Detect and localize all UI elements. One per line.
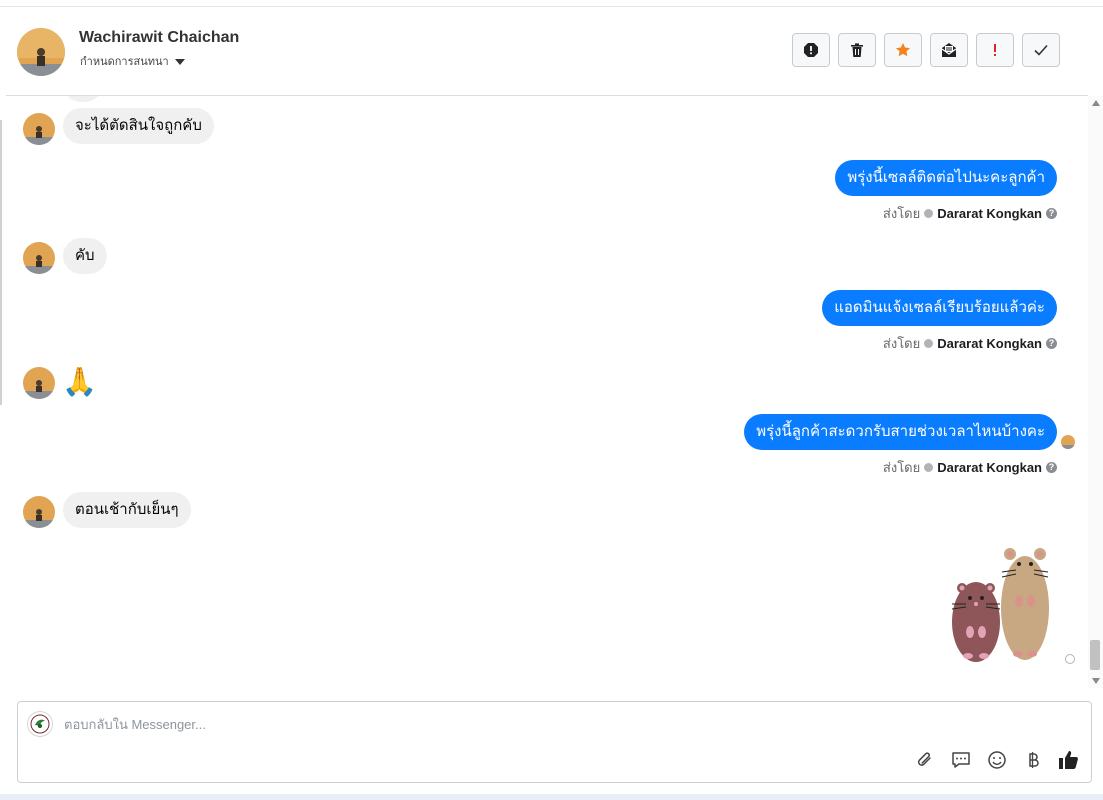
help-icon[interactable]: ? bbox=[1046, 338, 1057, 349]
saved-replies-button[interactable] bbox=[949, 748, 973, 772]
baht-icon bbox=[1029, 752, 1039, 768]
customer-avatar[interactable] bbox=[23, 496, 55, 528]
customer-avatar[interactable] bbox=[23, 242, 55, 274]
emoji-icon bbox=[988, 751, 1006, 769]
spam-button[interactable] bbox=[792, 33, 830, 67]
outgoing-message: พรุ่งนี้เซลล์ติดต่อไปนะคะลูกค้า bbox=[835, 160, 1057, 196]
sent-by-info: ส่งโดย Dararat Kongkan ? bbox=[883, 333, 1057, 354]
thumbs-up-icon bbox=[1059, 751, 1078, 769]
customer-avatar[interactable] bbox=[23, 367, 55, 399]
contact-name: Wachirawit Chaichan bbox=[79, 29, 240, 46]
help-icon[interactable]: ? bbox=[1046, 462, 1057, 473]
sent-by-label: ส่งโดย bbox=[882, 460, 921, 475]
scroll-down-arrow-icon[interactable] bbox=[1092, 678, 1100, 684]
attach-button[interactable] bbox=[913, 748, 937, 772]
sender-name: Dararat Kongkan bbox=[937, 206, 1042, 221]
incoming-message: จะได้ตัดสินใจถูกคับ bbox=[63, 108, 214, 144]
sender-name: Dararat Kongkan bbox=[937, 460, 1042, 475]
alert-circle-icon bbox=[804, 43, 818, 57]
left-panel-edge bbox=[0, 120, 2, 405]
exclamation-icon bbox=[994, 44, 996, 56]
like-button[interactable] bbox=[1057, 748, 1081, 772]
payment-button[interactable] bbox=[1021, 748, 1045, 772]
incoming-message: ตอนเช้ากับเย็นๆ bbox=[63, 492, 191, 528]
conversation-header: Wachirawit Chaichan กำหนดการสนทนา bbox=[6, 7, 1088, 96]
contact-avatar[interactable] bbox=[17, 28, 65, 76]
trash-icon bbox=[851, 43, 863, 57]
incoming-message: คับ bbox=[63, 238, 107, 274]
star-button[interactable] bbox=[884, 33, 922, 67]
conversation-options-label: กำหนดการสนทนา bbox=[80, 56, 169, 68]
sent-by-label: ส่งโดย bbox=[882, 206, 921, 221]
verified-icon bbox=[924, 339, 934, 348]
two-hamsters-sticker bbox=[942, 546, 1054, 664]
sender-name: Dararat Kongkan bbox=[937, 336, 1042, 351]
thread-scrollbar[interactable] bbox=[1088, 96, 1103, 688]
delivered-icon bbox=[1065, 654, 1075, 664]
header-actions bbox=[792, 33, 1060, 67]
customer-avatar[interactable] bbox=[23, 113, 55, 145]
delete-button[interactable] bbox=[838, 33, 876, 67]
bottom-strip bbox=[0, 794, 1103, 800]
reply-input[interactable] bbox=[64, 714, 864, 734]
partial-message-bubble bbox=[63, 96, 103, 102]
verified-icon bbox=[924, 209, 934, 218]
verified-icon bbox=[924, 463, 934, 472]
outgoing-message: พรุ่งนี้ลูกค้าสะดวกรับสายช่วงเวลาไหนบ้าง… bbox=[744, 414, 1057, 450]
page-logo bbox=[27, 711, 53, 737]
sent-by-label: ส่งโดย bbox=[882, 336, 921, 351]
mark-important-button[interactable] bbox=[976, 33, 1014, 67]
message-thread: จะได้ตัดสินใจถูกคับ พรุ่งนี้เซลล์ติดต่อไ… bbox=[6, 96, 1088, 688]
reply-composer bbox=[17, 701, 1092, 783]
outgoing-message: แอดมินแจ้งเซลล์เรียบร้อยแล้วค่ะ bbox=[822, 290, 1057, 326]
seen-indicator-avatar bbox=[1061, 435, 1075, 449]
scroll-up-arrow-icon[interactable] bbox=[1092, 100, 1100, 106]
conversation-options-dropdown[interactable]: กำหนดการสนทนา bbox=[80, 52, 185, 70]
mail-open-icon bbox=[941, 43, 957, 57]
check-icon bbox=[1034, 44, 1048, 56]
sent-by-info: ส่งโดย Dararat Kongkan ? bbox=[883, 457, 1057, 478]
star-icon bbox=[896, 43, 910, 57]
mark-done-button[interactable] bbox=[1022, 33, 1060, 67]
caret-down-icon bbox=[174, 58, 185, 65]
paperclip-icon bbox=[917, 752, 931, 766]
emoji-button[interactable] bbox=[985, 748, 1009, 772]
mark-unread-button[interactable] bbox=[930, 33, 968, 67]
saved-replies-icon bbox=[952, 752, 970, 768]
sent-by-info: ส่งโดย Dararat Kongkan ? bbox=[883, 203, 1057, 224]
emoji-message: 🙏 bbox=[62, 366, 97, 397]
scroll-thumb[interactable] bbox=[1090, 640, 1100, 670]
help-icon[interactable]: ? bbox=[1046, 208, 1057, 219]
composer-toolbar bbox=[913, 748, 1081, 772]
